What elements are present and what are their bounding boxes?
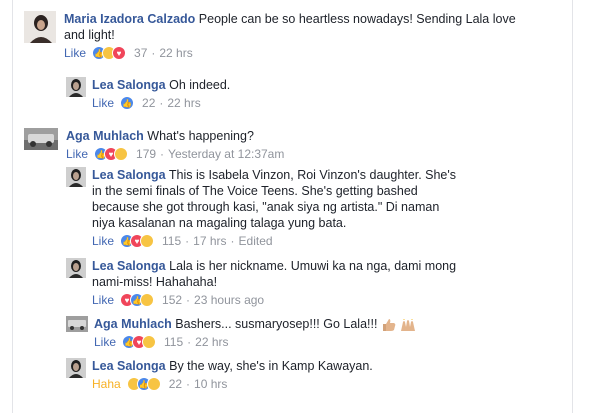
comment-item: Aga Muhlach What's happening? Like 👍 ♥ 1…	[24, 128, 534, 162]
thumbs-up-emoji-icon	[381, 318, 397, 332]
edited-label[interactable]: Edited	[239, 234, 273, 248]
separator: ·	[185, 234, 190, 248]
comment-author[interactable]: Lea Salonga	[92, 359, 166, 373]
haha-reaction-icon	[142, 335, 157, 349]
separator: ·	[186, 377, 191, 391]
comment-author[interactable]: Lea Salonga	[92, 259, 166, 273]
reaction-summary[interactable]: 👍	[120, 96, 135, 110]
timestamp[interactable]: Yesterday at 12:37am	[168, 147, 284, 161]
timestamp[interactable]: 22 hrs	[195, 335, 228, 349]
reaction-count[interactable]: 115	[164, 335, 183, 349]
like-reaction-icon: 👍	[120, 96, 135, 110]
separator: ·	[159, 96, 164, 110]
like-button[interactable]: Like	[92, 96, 114, 110]
comment-text: What's happening?	[147, 129, 254, 143]
timestamp[interactable]: 22 hrs	[159, 46, 192, 60]
reply-item: Lea Salonga This is Isabela Vinzon, Roi …	[66, 167, 466, 249]
timestamp[interactable]: 17 hrs	[193, 234, 226, 248]
haha-button[interactable]: Haha	[92, 377, 121, 391]
reaction-count[interactable]: 179	[136, 147, 156, 161]
raising-hands-emoji-icon	[400, 318, 416, 332]
reaction-count[interactable]: 115	[162, 234, 181, 248]
separator: ·	[187, 335, 192, 349]
reaction-summary[interactable]: 👍 ♥	[94, 147, 129, 161]
reaction-summary[interactable]: 👍 ♥	[120, 234, 155, 248]
like-button[interactable]: Like	[94, 335, 116, 349]
reaction-count[interactable]: 37	[134, 46, 147, 60]
haha-reaction-icon	[140, 293, 155, 307]
reply-item: Lea Salonga Oh indeed. Like 👍 22 · 22 hr…	[66, 77, 526, 111]
avatar[interactable]	[66, 258, 86, 278]
reaction-summary[interactable]: 👍 ♥	[122, 335, 157, 349]
reply-item: Aga Muhlach Bashers... susmaryosep!!! Go…	[66, 316, 486, 350]
comment-item: Maria Izadora Calzado People can be so h…	[24, 11, 534, 61]
avatar[interactable]	[66, 77, 86, 97]
reaction-count[interactable]: 22	[142, 96, 155, 110]
separator: ·	[151, 46, 156, 60]
like-button[interactable]: Like	[92, 293, 114, 307]
comment-author[interactable]: Aga Muhlach	[94, 317, 172, 331]
comment-author[interactable]: Lea Salonga	[92, 168, 166, 182]
comment-text: Bashers... susmaryosep!!! Go Lala!!!	[175, 317, 378, 331]
avatar[interactable]	[66, 358, 86, 378]
comment-text: Oh indeed.	[169, 78, 231, 92]
avatar[interactable]	[24, 11, 56, 43]
comment-author[interactable]: Aga Muhlach	[66, 129, 144, 143]
reply-item: Lea Salonga Lala is her nickname. Umuwi …	[66, 258, 466, 308]
haha-reaction-icon	[140, 234, 155, 248]
like-button[interactable]: Like	[92, 234, 114, 248]
timestamp[interactable]: 22 hrs	[167, 96, 200, 110]
avatar[interactable]	[24, 128, 58, 150]
reaction-count[interactable]: 152	[162, 293, 182, 307]
reaction-summary[interactable]: ♥ 👍	[120, 293, 155, 307]
haha-reaction-icon	[114, 147, 129, 161]
wow-reaction-icon	[146, 377, 161, 391]
comment-author[interactable]: Lea Salonga	[92, 78, 166, 92]
like-button[interactable]: Like	[66, 147, 88, 161]
comment-author[interactable]: Maria Izadora Calzado	[64, 12, 195, 26]
reaction-summary[interactable]: 👍 ♥	[92, 46, 127, 60]
reply-item: Lea Salonga By the way, she's in Kamp Ka…	[66, 358, 486, 392]
separator: ·	[230, 234, 235, 248]
reaction-summary[interactable]: 👍	[126, 377, 161, 391]
timestamp[interactable]: 10 hrs	[194, 377, 227, 391]
like-button[interactable]: Like	[64, 46, 86, 60]
separator: ·	[186, 293, 191, 307]
reaction-count[interactable]: 22	[169, 377, 182, 391]
avatar[interactable]	[66, 316, 88, 332]
separator: ·	[160, 147, 165, 161]
love-reaction-icon: ♥	[112, 46, 127, 60]
avatar[interactable]	[66, 167, 86, 187]
comment-text: By the way, she's in Kamp Kawayan.	[169, 359, 373, 373]
timestamp[interactable]: 23 hours ago	[194, 293, 264, 307]
